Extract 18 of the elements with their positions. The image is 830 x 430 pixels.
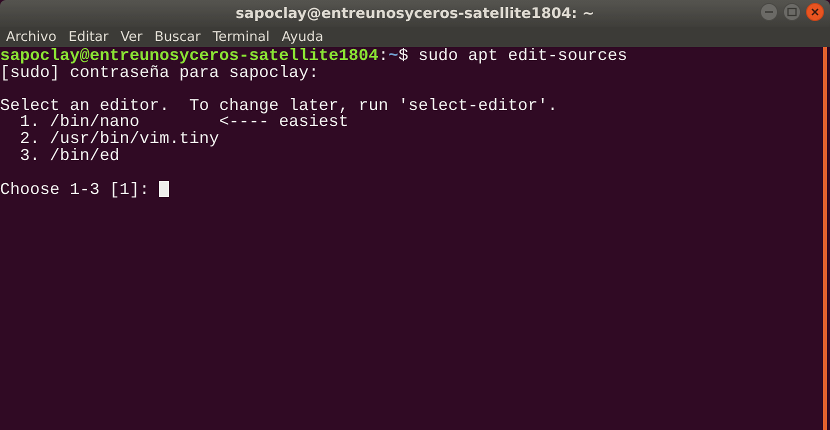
output-line: [sudo] contraseña para sapoclay: <box>0 64 319 82</box>
input-prompt: Choose 1-3 [1]: <box>0 180 170 198</box>
menu-item[interactable]: Ver <box>114 28 148 46</box>
window-title: sapoclay@entreunosyceros-satellite1804: ~ <box>236 6 594 22</box>
output-line: Select an editor. To change later, run 'select-editor'. <box>0 98 558 114</box>
close-icon[interactable] <box>806 3 824 21</box>
output-line: 1. /bin/nano <---- easiest <box>18 114 349 131</box>
menu-item[interactable]: Terminal <box>206 28 276 46</box>
menu-item[interactable]: Editar <box>62 28 114 46</box>
maximize-icon[interactable] <box>783 3 801 21</box>
scrollbar[interactable] <box>823 47 827 430</box>
menu-item[interactable]: Buscar <box>148 28 207 46</box>
menu-item[interactable]: Archivo <box>2 28 62 46</box>
output-line: 3. /bin/ed <box>18 148 120 164</box>
minimize-icon[interactable] <box>760 3 778 21</box>
menu-item[interactable]: Ayuda <box>276 28 330 46</box>
prompt-line: sapoclay@entreunosyceros-satellite1804:~$ sudo apt edit-sources <box>0 48 628 65</box>
output-line: 2. /usr/bin/vim.tiny <box>18 130 220 148</box>
